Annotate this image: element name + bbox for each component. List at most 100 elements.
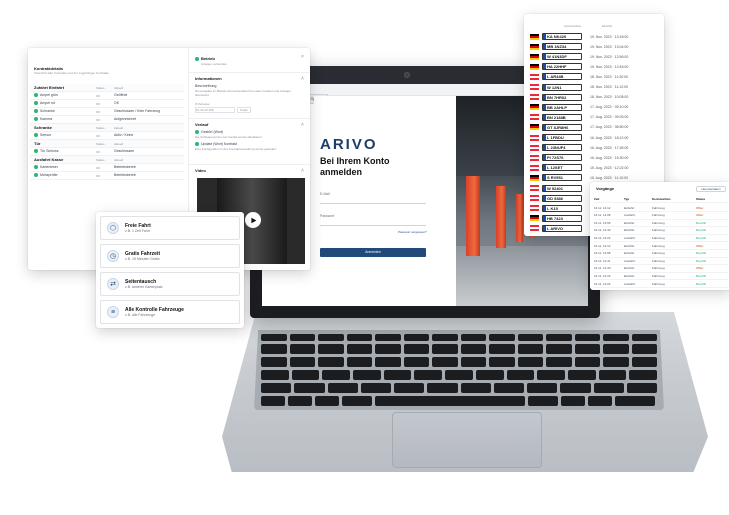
keyboard-key [445, 370, 473, 380]
device-value: Geschlossen [114, 149, 135, 153]
table-row[interactable]: Ampel grün OK Geöffnet [30, 92, 184, 100]
keyboard-key [375, 357, 401, 367]
copy-button[interactable]: Kopie [237, 107, 251, 113]
cell-status: Bezahlt [696, 228, 707, 233]
action-title: Freie Fahrt [125, 222, 151, 229]
section-header: Zufahrt Einfahrt Status Aktuell [30, 84, 184, 92]
keyboard-key [432, 357, 458, 367]
cell-status: Offen [696, 243, 704, 248]
entry-date: 17. Aug. 2023 · 09:10:00 [590, 105, 629, 110]
device-name-text: Ampel rot [40, 101, 55, 105]
cell-plate: Fahrzeug [652, 205, 665, 210]
events-table-card: Vorgänge Herunterladen Zeit Typ Kennzeiche… [590, 182, 729, 290]
device-status: OK [96, 109, 101, 114]
plate-row[interactable]: GT 8JR8H6 17. Aug. 2023 · 08:50:00 [530, 123, 658, 132]
keyboard [254, 330, 664, 410]
cell-plate: Fahrzeug [652, 243, 665, 248]
status-dot [195, 142, 199, 147]
column-header: Status [696, 196, 706, 201]
action-item[interactable]: ⬡ Freie Fahrt z.B. 1 Zeit Fahrt [100, 216, 240, 240]
flag-at-icon [530, 225, 539, 232]
flag-de-icon [530, 124, 539, 131]
table-row[interactable]: Schranke OK Geschlossen / Kein Fahrzeug [30, 108, 184, 116]
login-button[interactable]: Anmelden [320, 248, 426, 257]
plate-row[interactable]: W 12N1 18. Nov. 2023 · 11:12:00 [530, 83, 658, 92]
keyboard-key [346, 357, 372, 367]
history-title: Verlauf [195, 122, 209, 127]
plate-row[interactable]: BN 2188B 17. Aug. 2023 · 09:03:00 [530, 113, 658, 122]
camera-icon [404, 72, 410, 78]
table-row[interactable]: Sensor OK Aktiv / Keine [30, 132, 184, 140]
license-plate: W 41N3DF [542, 53, 582, 61]
plate-row[interactable]: HA 22HHF 19. Nov. 2023 · 12:45:00 [530, 62, 658, 71]
keyboard-key [460, 383, 491, 393]
plate-row[interactable]: BB 2AHLP 17. Aug. 2023 · 09:10:00 [530, 103, 658, 112]
keyboard-key [414, 370, 443, 380]
action-item[interactable]: ≡ Alle Kontrolle Fahrzeuge z.B. alle Fahrz… [100, 300, 240, 324]
keyboard-key [598, 370, 627, 380]
keyboard-key [261, 357, 287, 367]
plate-row[interactable]: MB 1NZ34 19. Nov. 2023 · 13:04:00 [530, 42, 658, 51]
keyboard-key [629, 370, 657, 380]
cell-status: Offen [696, 213, 704, 218]
cell-status: Offen [696, 266, 704, 271]
chevron-up-icon[interactable]: ˄ [301, 122, 304, 128]
close-icon[interactable]: × [301, 54, 304, 60]
login-panel: ARIVO Bei Ihrem Konto anmelden E-Mail Pa… [314, 96, 456, 306]
plate-row[interactable]: L 12SET 15. Aug. 2023 · 12:22:00 [530, 163, 658, 172]
cell-time: 16.11. 13:22 [594, 235, 611, 240]
device-name: Ampel rot [34, 101, 96, 106]
device-value: Geöffnet [114, 93, 128, 97]
table-row[interactable]: Kamera OK Aufgezeichnet [30, 116, 184, 124]
cell-type: Einfahrt [624, 228, 635, 233]
play-button[interactable] [245, 212, 261, 228]
entry-date: 17. Aug. 2023 · 08:50:00 [590, 125, 629, 130]
password-field[interactable] [320, 220, 426, 226]
plate-row[interactable]: L 1FBDU 16. Aug. 2023 · 18:12:00 [530, 133, 658, 142]
play-icon [250, 217, 256, 223]
video-title: Video [195, 168, 206, 173]
table-row[interactable]: Tür Schloss OK Geschlossen [30, 148, 184, 156]
keyboard-key [506, 370, 535, 380]
forgot-password-link[interactable]: Passwort vergessen? [398, 230, 427, 234]
device-value: Aufgezeichnet [114, 117, 137, 121]
cell-type: Ausfahrt [624, 281, 636, 286]
keyboard-key [460, 344, 486, 354]
chevron-up-icon[interactable]: ˄ [301, 76, 304, 82]
ip-field: 10.44.12.156 [195, 107, 235, 113]
action-subtitle: z.B. alle Fahrzeuge [125, 312, 156, 317]
keyboard-key [375, 344, 401, 354]
flag-de-icon [530, 43, 539, 50]
email-field[interactable] [320, 198, 426, 204]
license-plate: BN 7HR02 [542, 93, 582, 101]
status-dot [34, 149, 38, 154]
keyboard-key [517, 357, 543, 367]
keyboard-key [403, 357, 429, 367]
plate-row[interactable]: KA NK420 19. Nov. 2023 · 13:18:00 [530, 32, 658, 41]
plate-row[interactable]: W 41N3DF 19. Nov. 2023 · 12:56:00 [530, 52, 658, 61]
flag-at-icon [530, 94, 539, 101]
table-row[interactable]: 16.11. 12:02 Ausfahrt Fahrzeug Bezahlt [594, 280, 728, 288]
keyboard-key [574, 357, 600, 367]
cell-time: 16.11. 12:15 [594, 273, 611, 278]
license-plate: S RV551 [542, 174, 582, 182]
action-text: Seitentausch z.B. anderer Kartenplatz [125, 279, 163, 290]
status-dot [34, 93, 38, 98]
plate-row[interactable]: L 23NUF4 16. Aug. 2023 · 17:45:00 [530, 143, 658, 152]
plate-row[interactable]: L AR44B 18. Nov. 2023 · 11:30:00 [530, 72, 658, 81]
table-row[interactable]: Kartenleser OK Betriebsbereit [30, 164, 184, 172]
chevron-up-icon[interactable]: ˄ [301, 168, 304, 174]
plate-row[interactable]: PI 72S76 16. Aug. 2023 · 15:30:00 [530, 153, 658, 162]
flag-de-icon [530, 53, 539, 60]
cell-plate: Fahrzeug [652, 235, 665, 240]
keyboard-key [603, 357, 629, 367]
plate-row[interactable]: BN 7HR02 18. Nov. 2023 · 10:05:00 [530, 93, 658, 102]
cell-type: Ausfahrt [624, 235, 636, 240]
device-status: OK [96, 101, 101, 106]
action-item[interactable]: ⇄ Seitentausch z.B. anderer Kartenplatz [100, 272, 240, 296]
download-button[interactable]: Herunterladen [696, 186, 726, 192]
table-row[interactable]: Ampel rot OK OK [30, 100, 184, 108]
table-row[interactable]: Münzprüfer OK Betriebsbereit [30, 172, 184, 180]
action-item[interactable]: ◷ Gratis Fahrzeit z.B. 15 Minuten Gratis [100, 244, 240, 268]
license-plate: HB 7423 [542, 214, 582, 222]
